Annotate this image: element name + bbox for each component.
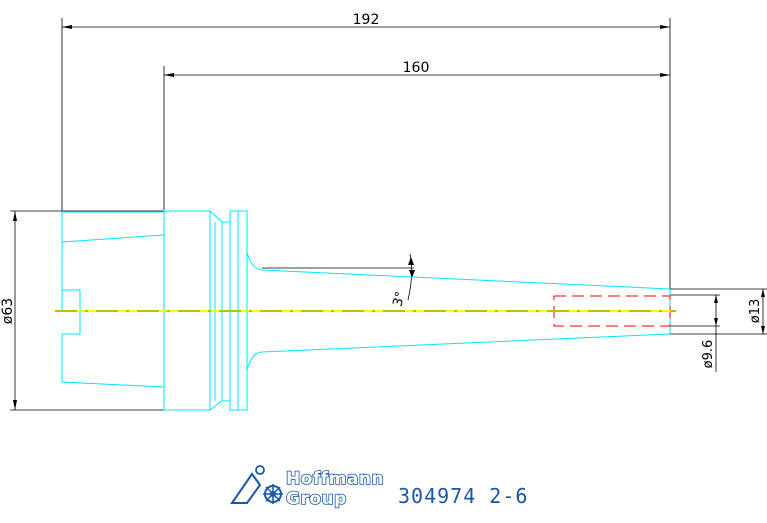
bore-diameter-label: ø9.6 [701, 340, 716, 369]
taper-angle-label: 3° [390, 290, 408, 308]
dimension-taper-angle: 3° [262, 253, 415, 308]
logo-symbol-icon [230, 465, 283, 504]
dimension-bore-diameter: ø9.6 [670, 294, 720, 372]
hoffmann-group-logo: Hoffmann Group [230, 465, 384, 510]
brand-line2: Group [286, 489, 347, 509]
gauge-length-label: 160 [403, 60, 430, 76]
part-number: 304974 2-6 [398, 484, 528, 508]
technical-drawing: 192 160 ø63 3° ø13 ø9.6 Hoffmann Group 3… [0, 12, 767, 510]
tip-diameter-label: ø13 [748, 299, 763, 324]
overall-length-label: 192 [353, 12, 380, 28]
dimension-tip-diameter: ø13 [670, 288, 767, 335]
flange-diameter-label: ø63 [0, 298, 16, 324]
dimension-overall-length: 192 [61, 12, 671, 300]
dimension-gauge-length: 160 [163, 60, 670, 210]
brand-line1: Hoffmann [286, 469, 384, 489]
